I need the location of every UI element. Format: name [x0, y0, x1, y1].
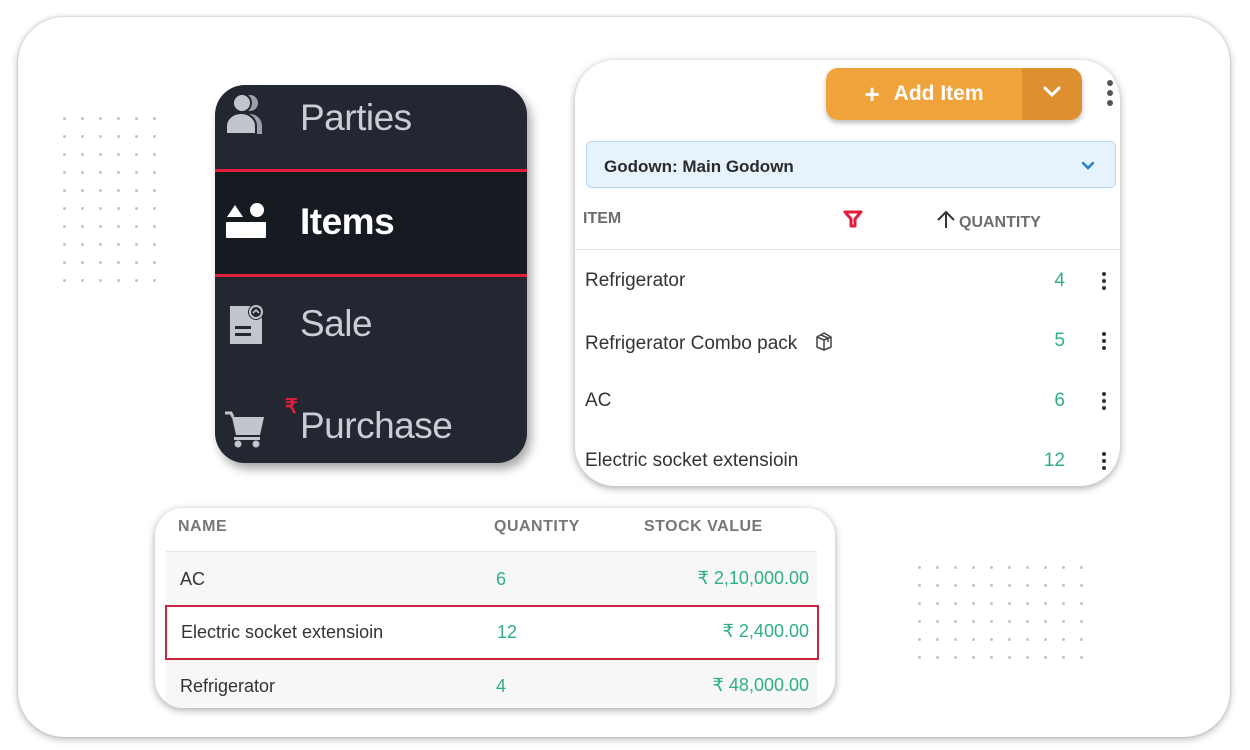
dot-pattern-left: [63, 117, 171, 297]
dot-pattern-right: [918, 566, 1098, 674]
column-header-quantity[interactable]: QUANTITY: [494, 518, 580, 536]
row-more-icon[interactable]: [1101, 452, 1107, 470]
sidebar-item-parties[interactable]: Parties: [215, 85, 527, 153]
header-divider: [575, 249, 1120, 250]
item-quantity: 6: [1054, 390, 1065, 411]
sale-icon: [223, 301, 269, 347]
row-more-icon[interactable]: [1101, 272, 1107, 290]
add-item-button[interactable]: + Add Item: [826, 68, 1022, 120]
sidebar-item-label: Parties: [300, 97, 412, 138]
add-item-dropdown-button[interactable]: [1022, 68, 1082, 120]
column-header-item[interactable]: ITEM: [583, 210, 621, 228]
cell-name: AC: [180, 569, 206, 589]
cart-icon: [223, 404, 269, 450]
sidebar-item-sale[interactable]: Sale: [215, 291, 527, 357]
cell-quantity: 6: [496, 569, 507, 589]
sidebar-item-label: Sale: [300, 303, 373, 344]
sort-up-icon: [935, 210, 957, 235]
column-header-name[interactable]: NAME: [178, 518, 227, 536]
item-quantity: 5: [1054, 330, 1065, 351]
column-header-quantity[interactable]: QUANTITY: [935, 210, 1041, 235]
item-name: Electric socket extensioin: [585, 450, 799, 471]
sidebar-item-purchase[interactable]: ₹ Purchase: [215, 390, 527, 462]
cell-name: Electric socket extensioin: [181, 622, 384, 642]
cell-stock-value: ₹ 48,000.00: [712, 675, 809, 695]
chevron-down-icon: [1042, 85, 1062, 104]
rupee-badge: ₹: [285, 396, 298, 418]
column-header-stock-value[interactable]: STOCK VALUE: [644, 518, 763, 536]
filter-icon[interactable]: [843, 210, 863, 233]
more-options-icon[interactable]: [1105, 80, 1115, 106]
sidebar-item-label: Purchase: [300, 405, 453, 446]
item-quantity: 12: [1043, 450, 1065, 471]
cell-quantity: 4: [496, 676, 507, 696]
item-row[interactable]: Electric socket extensioin 12: [575, 440, 1120, 480]
godown-select-value: Godown: Main Godown: [604, 157, 794, 176]
chevron-down-icon: [1081, 158, 1095, 176]
add-item-label: Add Item: [893, 82, 984, 105]
plus-icon: +: [864, 79, 880, 109]
godown-select[interactable]: Godown: Main Godown: [586, 141, 1116, 188]
cell-stock-value: ₹ 2,400.00: [722, 621, 809, 641]
item-row[interactable]: Refrigerator 4: [575, 260, 1120, 300]
table-row[interactable]: AC 6 ₹ 2,10,000.00: [166, 552, 817, 604]
add-item-button-group: + Add Item: [826, 68, 1082, 120]
items-panel: + Add Item Godown: Main Godown ITEM QUAN…: [575, 60, 1120, 486]
parties-icon: [223, 91, 269, 137]
item-quantity: 4: [1054, 270, 1065, 291]
row-more-icon[interactable]: [1101, 392, 1107, 410]
sidebar-item-label: Items: [300, 201, 395, 242]
item-name: Refrigerator: [585, 270, 686, 291]
cell-stock-value: ₹ 2,10,000.00: [697, 568, 809, 588]
table-row[interactable]: Refrigerator 4 ₹ 48,000.00: [166, 660, 817, 708]
stock-table: NAME QUANTITY STOCK VALUE AC 6 ₹ 2,10,00…: [155, 508, 835, 708]
table-row-highlighted[interactable]: Electric socket extensioin 12 ₹ 2,400.00: [165, 605, 819, 660]
cell-quantity: 12: [497, 622, 518, 642]
item-name: Refrigerator Combo pack: [585, 333, 798, 354]
combo-box-icon: [813, 330, 835, 358]
cell-name: Refrigerator: [180, 676, 276, 696]
item-row[interactable]: AC 6: [575, 380, 1120, 420]
stock-table-body: AC 6 ₹ 2,10,000.00 Electric socket exten…: [165, 551, 819, 708]
item-name: AC: [585, 390, 612, 411]
sidebar-item-items[interactable]: Items: [215, 169, 527, 277]
column-header-quantity-label: QUANTITY: [959, 213, 1041, 231]
item-row[interactable]: Refrigerator Combo pack 5: [575, 320, 1120, 360]
row-more-icon[interactable]: [1101, 332, 1107, 350]
items-icon: [223, 199, 269, 245]
sidebar-nav: Parties Items Sale ₹ Purchase: [215, 85, 527, 463]
